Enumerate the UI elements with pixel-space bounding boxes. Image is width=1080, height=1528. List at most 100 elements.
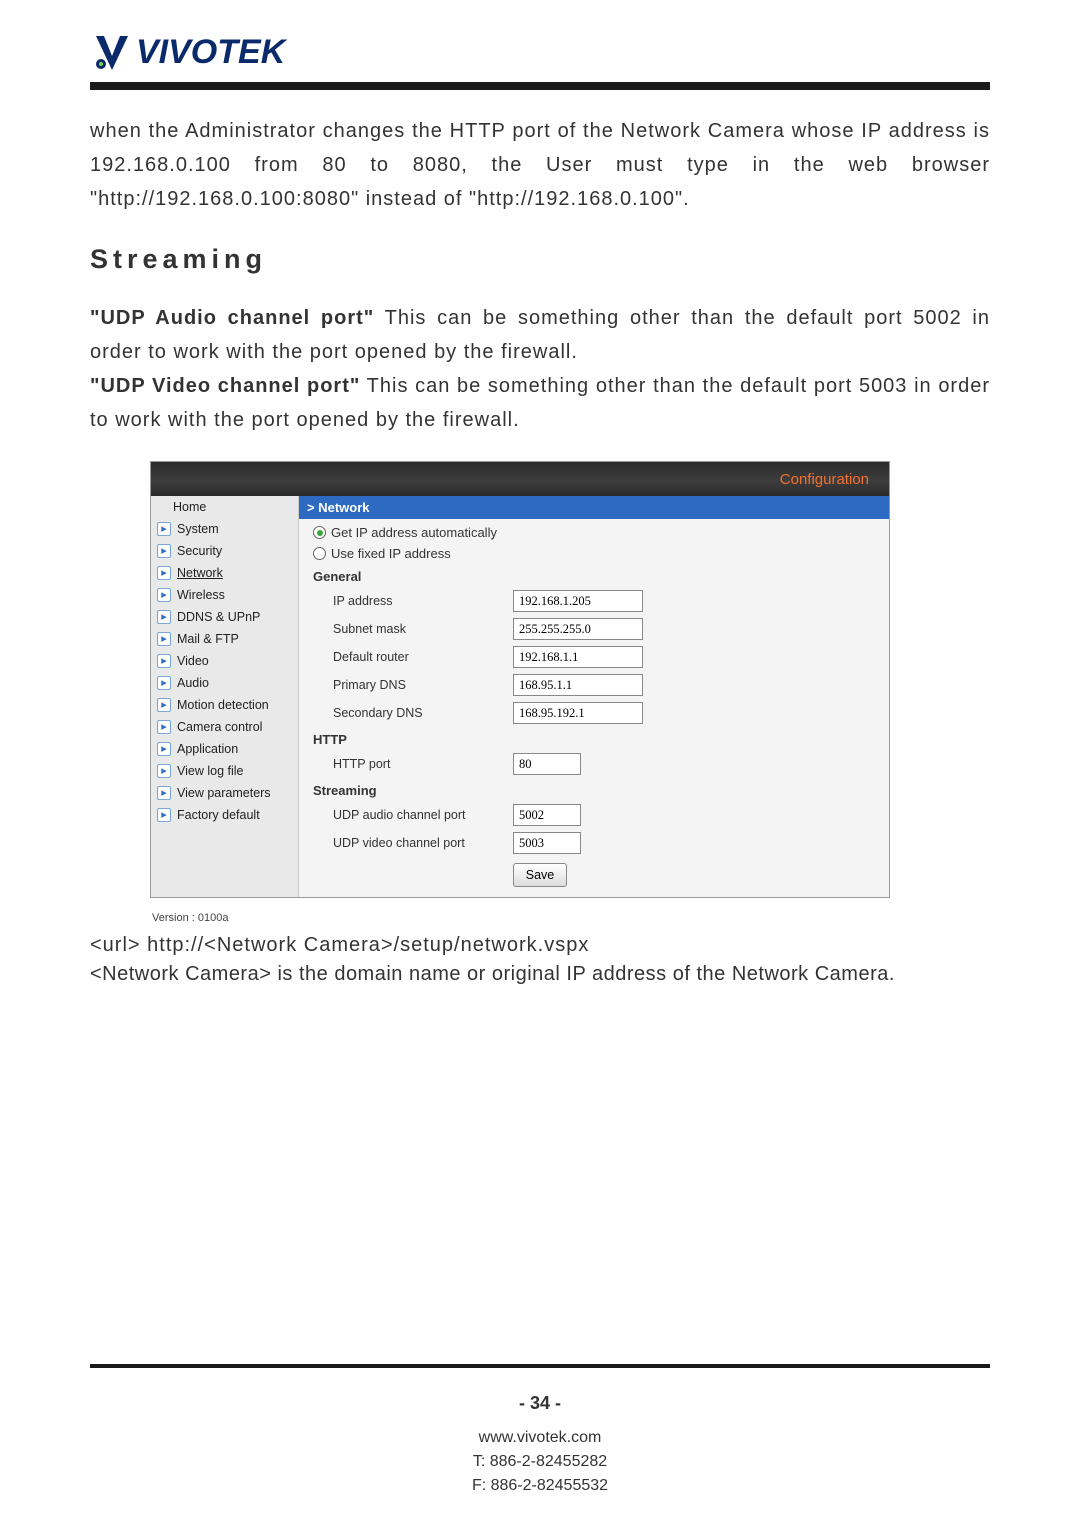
sidebar-item-label: Network [177, 566, 223, 580]
router-input[interactable] [513, 646, 643, 668]
sidebar-item-video[interactable]: ▸ Video [151, 650, 298, 672]
page-number: - 34 - [0, 1393, 1080, 1414]
subnet-label: Subnet mask [313, 622, 513, 636]
arrow-icon: ▸ [157, 808, 171, 822]
sidebar-item-network[interactable]: ▸ Network [151, 562, 298, 584]
logo-icon [90, 30, 134, 74]
arrow-icon: ▸ [157, 610, 171, 624]
radio-label: Get IP address automatically [331, 525, 497, 540]
sidebar-item-label: Application [177, 742, 238, 756]
radio-icon [313, 526, 326, 539]
arrow-icon: ▸ [157, 764, 171, 778]
config-screenshot: Configuration Home ▸ System ▸ Security ▸… [150, 461, 890, 898]
router-label: Default router [313, 650, 513, 664]
logo-text: VIVOTEK [136, 33, 285, 72]
field-primary-dns: Primary DNS [313, 674, 883, 696]
sidebar-item-label: Wireless [177, 588, 225, 602]
sidebar-item-label: Security [177, 544, 222, 558]
arrow-icon: ▸ [157, 632, 171, 646]
url-line: <url> http://<Network Camera>/setup/netw… [90, 934, 990, 957]
config-header-title: Configuration [780, 471, 869, 488]
sidebar-item-label: Video [177, 654, 209, 668]
save-button[interactable]: Save [513, 863, 567, 887]
config-body: Home ▸ System ▸ Security ▸ Network ▸ Wir… [151, 496, 889, 897]
arrow-icon: ▸ [157, 566, 171, 580]
heading-streaming: Streaming [90, 244, 990, 275]
sidebar-item-mail-ftp[interactable]: ▸ Mail & FTP [151, 628, 298, 650]
arrow-icon: ▸ [157, 720, 171, 734]
sidebar-item-label: Camera control [177, 720, 262, 734]
field-subnet: Subnet mask [313, 618, 883, 640]
sidebar-item-label: View parameters [177, 786, 271, 800]
sdns-label: Secondary DNS [313, 706, 513, 720]
sidebar-item-label: Factory default [177, 808, 260, 822]
divider-top [90, 82, 990, 90]
arrow-icon: ▸ [157, 698, 171, 712]
field-udp-audio: UDP audio channel port [313, 804, 883, 826]
arrow-icon: ▸ [157, 676, 171, 690]
footer-site: www.vivotek.com [0, 1426, 1080, 1450]
sidebar-item-camera-control[interactable]: ▸ Camera control [151, 716, 298, 738]
sidebar-item-label: Audio [177, 676, 209, 690]
url-desc: <Network Camera> is the domain name or o… [90, 963, 990, 986]
divider-bottom [90, 1364, 990, 1368]
udp-audio-label: UDP audio channel port [313, 808, 513, 822]
sidebar-item-application[interactable]: ▸ Application [151, 738, 298, 760]
udp-video-label: UDP video channel port [313, 836, 513, 850]
radio-icon [313, 547, 326, 560]
arrow-icon: ▸ [157, 742, 171, 756]
sidebar-item-audio[interactable]: ▸ Audio [151, 672, 298, 694]
arrow-icon: ▸ [157, 786, 171, 800]
paragraph-http-port: when the Administrator changes the HTTP … [90, 114, 990, 216]
sidebar-item-home[interactable]: Home [151, 496, 298, 518]
ip-label: IP address [313, 594, 513, 608]
sdns-input[interactable] [513, 702, 643, 724]
sidebar-item-label: View log file [177, 764, 243, 778]
arrow-icon: ▸ [157, 654, 171, 668]
field-http-port: HTTP port [313, 753, 883, 775]
subnet-input[interactable] [513, 618, 643, 640]
streaming-heading: Streaming [313, 783, 883, 798]
arrow-icon: ▸ [157, 588, 171, 602]
sidebar-item-label: System [177, 522, 219, 536]
paragraph-udp-audio: "UDP Audio channel port" This can be som… [90, 301, 990, 369]
radio-auto-ip[interactable]: Get IP address automatically [313, 525, 883, 540]
sidebar-item-view-log[interactable]: ▸ View log file [151, 760, 298, 782]
pdns-input[interactable] [513, 674, 643, 696]
ip-input[interactable] [513, 590, 643, 612]
sidebar-item-motion[interactable]: ▸ Motion detection [151, 694, 298, 716]
version-label: Version : 0100a [150, 904, 990, 928]
arrow-icon: ▸ [157, 522, 171, 536]
main-panel: > Network Get IP address automatically U… [299, 496, 889, 897]
udp-audio-input[interactable] [513, 804, 581, 826]
paragraph-udp-video: "UDP Video channel port" This can be som… [90, 369, 990, 437]
config-header: Configuration [151, 462, 889, 496]
http-port-input[interactable] [513, 753, 581, 775]
general-heading: General [313, 569, 883, 584]
sidebar: Home ▸ System ▸ Security ▸ Network ▸ Wir… [151, 496, 299, 897]
sidebar-item-security[interactable]: ▸ Security [151, 540, 298, 562]
field-secondary-dns: Secondary DNS [313, 702, 883, 724]
sidebar-item-view-params[interactable]: ▸ View parameters [151, 782, 298, 804]
sidebar-item-system[interactable]: ▸ System [151, 518, 298, 540]
field-router: Default router [313, 646, 883, 668]
sidebar-item-wireless[interactable]: ▸ Wireless [151, 584, 298, 606]
radio-fixed-ip[interactable]: Use fixed IP address [313, 546, 883, 561]
http-heading: HTTP [313, 732, 883, 747]
footer-tel: T: 886-2-82455282 [0, 1450, 1080, 1474]
udp-video-input[interactable] [513, 832, 581, 854]
field-ip: IP address [313, 590, 883, 612]
sidebar-item-label: Mail & FTP [177, 632, 239, 646]
sidebar-item-ddns-upnp[interactable]: ▸ DDNS & UPnP [151, 606, 298, 628]
field-udp-video: UDP video channel port [313, 832, 883, 854]
radio-label: Use fixed IP address [331, 546, 451, 561]
breadcrumb: > Network [299, 496, 889, 519]
udp-video-bold: "UDP Video channel port" [90, 375, 360, 397]
udp-audio-bold: "UDP Audio channel port" [90, 307, 374, 329]
arrow-icon: ▸ [157, 544, 171, 558]
footer-fax: F: 886-2-82455532 [0, 1474, 1080, 1498]
sidebar-item-label: Motion detection [177, 698, 269, 712]
network-form: Get IP address automatically Use fixed I… [299, 519, 889, 897]
footer: - 34 - www.vivotek.com T: 886-2-82455282… [0, 1393, 1080, 1498]
sidebar-item-factory-default[interactable]: ▸ Factory default [151, 804, 298, 826]
